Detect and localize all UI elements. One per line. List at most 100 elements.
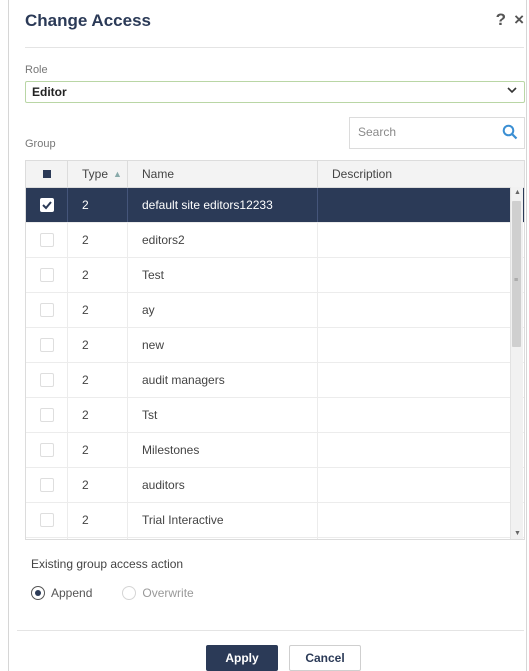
row-checkbox-cell <box>26 433 68 467</box>
row-checkbox[interactable] <box>39 373 54 387</box>
radio-overwrite[interactable]: Overwrite <box>122 586 194 600</box>
row-type: 2 <box>68 258 128 292</box>
table-row[interactable]: 2not ssu group <box>26 538 524 539</box>
row-checkbox[interactable] <box>39 443 54 457</box>
close-icon[interactable]: × <box>514 10 524 30</box>
row-checkbox-cell <box>26 398 68 432</box>
row-checkbox-cell <box>26 188 68 222</box>
row-description <box>318 433 524 467</box>
footer-divider <box>17 630 524 631</box>
row-checkbox[interactable] <box>39 478 54 492</box>
role-select-value: Editor <box>32 85 67 99</box>
header-divider <box>25 47 524 48</box>
row-name: Milestones <box>128 433 318 467</box>
row-description <box>318 223 524 257</box>
existing-action-radios: Append Overwrite <box>31 586 194 600</box>
scroll-up-icon[interactable]: ▲ <box>514 189 521 196</box>
row-checkbox-cell <box>26 363 68 397</box>
row-description <box>318 468 524 502</box>
table-row[interactable]: 2 ay <box>26 293 524 328</box>
row-description <box>318 328 524 362</box>
row-description <box>318 293 524 327</box>
row-name: Tst <box>128 398 318 432</box>
column-header-description[interactable]: Description <box>318 161 524 187</box>
row-description <box>318 258 524 292</box>
row-type: 2 <box>68 293 128 327</box>
table-body: 2 default site editors12233 2 editors2 2 Test… <box>26 188 524 539</box>
row-checkbox-cell <box>26 328 68 362</box>
group-label: Group <box>25 138 56 150</box>
checkmark-icon <box>41 201 52 210</box>
table-row[interactable]: 2 new <box>26 328 524 363</box>
row-name: editors2 <box>128 223 318 257</box>
group-table: Type ▲ Name Description 2 default site ed… <box>25 160 525 540</box>
scroll-grip-icon: ≡ <box>514 277 519 284</box>
table-header: Type ▲ Name Description <box>26 161 524 188</box>
chevron-down-icon <box>506 84 518 99</box>
row-type: 2 <box>68 538 128 539</box>
row-checkbox[interactable] <box>39 303 54 317</box>
row-checkbox[interactable] <box>39 408 54 422</box>
table-row[interactable]: 2 Tst <box>26 398 524 433</box>
row-checkbox-cell <box>26 468 68 502</box>
row-name: auditors <box>128 468 318 502</box>
row-name: default site editors12233 <box>128 188 318 222</box>
change-access-dialog: Change Access ? × Role Editor Group Sear… <box>8 0 527 671</box>
row-checkbox[interactable] <box>39 233 54 247</box>
header-icons: ? × <box>496 10 524 30</box>
row-checkbox[interactable] <box>39 338 54 352</box>
row-checkbox[interactable] <box>39 198 54 212</box>
row-type: 2 <box>68 188 128 222</box>
row-type: 2 <box>68 433 128 467</box>
help-icon[interactable]: ? <box>496 10 506 30</box>
role-label: Role <box>25 64 48 76</box>
apply-button[interactable]: Apply <box>206 645 278 671</box>
dialog-title: Change Access <box>25 11 151 30</box>
cancel-button[interactable]: Cancel <box>289 645 361 671</box>
select-all-checkbox[interactable] <box>26 161 68 187</box>
row-name: Test <box>128 258 318 292</box>
row-name: Trial Interactive <box>128 503 318 537</box>
row-checkbox-cell <box>26 258 68 292</box>
row-name: ay <box>128 293 318 327</box>
row-description <box>318 188 524 222</box>
table-row[interactable]: 2 Trial Interactive <box>26 503 524 538</box>
sort-up-icon: ▲ <box>113 169 122 179</box>
row-checkbox[interactable] <box>39 513 54 527</box>
row-type: 2 <box>68 328 128 362</box>
search-placeholder: Search <box>358 125 397 139</box>
table-scrollbar[interactable]: ▲ ≡ ▼ <box>510 187 523 539</box>
row-checkbox-cell <box>26 538 68 539</box>
scrollbar-thumb[interactable] <box>512 201 521 347</box>
row-type: 2 <box>68 223 128 257</box>
row-description <box>318 363 524 397</box>
row-name: not ssu group <box>128 538 318 539</box>
table-row[interactable]: 2 audit managers <box>26 363 524 398</box>
existing-action-label: Existing group access action <box>31 557 184 571</box>
search-input[interactable]: Search <box>349 117 525 149</box>
table-row[interactable]: 2 default site editors12233 <box>26 188 524 223</box>
row-type: 2 <box>68 398 128 432</box>
radio-append-dot[interactable] <box>31 586 45 600</box>
row-description <box>318 538 524 539</box>
row-description <box>318 398 524 432</box>
radio-append[interactable]: Append <box>31 586 92 600</box>
row-checkbox-cell <box>26 503 68 537</box>
radio-overwrite-dot[interactable] <box>122 586 137 600</box>
column-header-name[interactable]: Name <box>128 161 318 187</box>
table-row[interactable]: 2 editors2 <box>26 223 524 258</box>
table-row[interactable]: 2 auditors <box>26 468 524 503</box>
scroll-down-icon[interactable]: ▼ <box>514 530 521 537</box>
row-name: new <box>128 328 318 362</box>
row-description <box>318 503 524 537</box>
row-type: 2 <box>68 503 128 537</box>
search-icon[interactable] <box>502 124 518 143</box>
row-checkbox-cell <box>26 223 68 257</box>
table-row[interactable]: 2 Milestones <box>26 433 524 468</box>
column-header-type[interactable]: Type ▲ <box>68 161 128 187</box>
role-select[interactable]: Editor <box>25 81 525 103</box>
row-type: 2 <box>68 363 128 397</box>
table-row[interactable]: 2 Test <box>26 258 524 293</box>
row-type: 2 <box>68 468 128 502</box>
row-checkbox[interactable] <box>39 268 54 282</box>
